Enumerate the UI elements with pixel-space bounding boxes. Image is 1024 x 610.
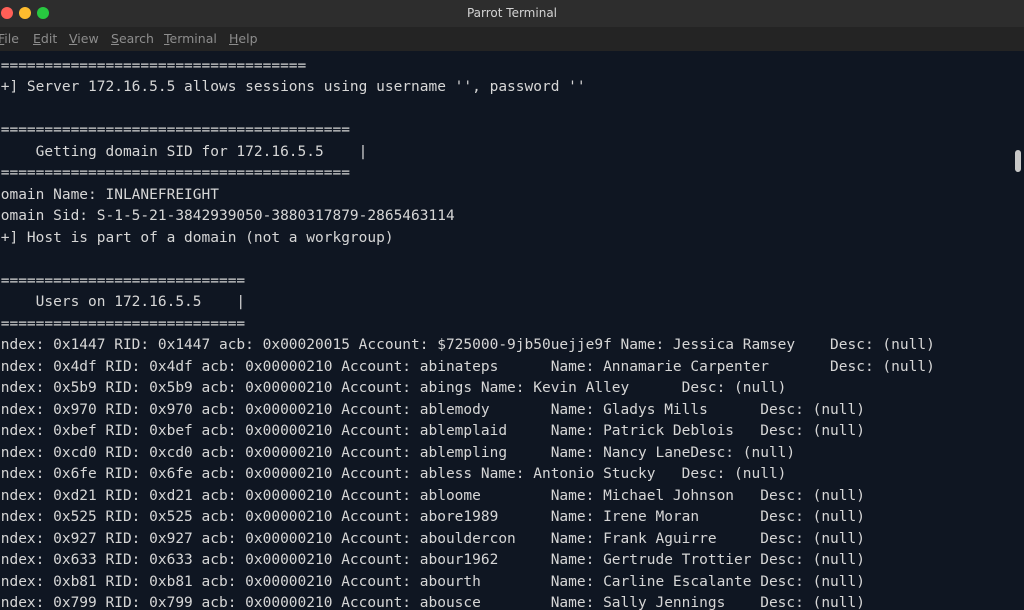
terminal-line: [+] Host is part of a domain (not a work…	[0, 230, 394, 246]
window-title: Parrot Terminal	[466, 6, 558, 20]
menu-edit[interactable]: Edit	[33, 27, 57, 51]
terminal-line: ========================================	[0, 122, 350, 138]
terminal-line: index: 0x633 RID: 0x633 acb: 0x00000210 …	[0, 552, 865, 568]
menu-search[interactable]: Search	[111, 27, 154, 51]
terminal-line: index: 0x970 RID: 0x970 acb: 0x00000210 …	[0, 402, 865, 418]
terminal-line: | Users on 172.16.5.5 |	[0, 294, 246, 310]
terminal-line: Domain Name: INLANEFREIGHT	[0, 187, 219, 203]
terminal-window: Parrot Terminal File Edit View Search Te…	[0, 0, 1024, 610]
terminal-line: [+] Server 172.16.5.5 allows sessions us…	[0, 79, 586, 95]
menu-bar: File Edit View Search Terminal Help	[0, 27, 1024, 51]
menu-file[interactable]: File	[0, 27, 19, 51]
terminal-line: index: 0xcd0 RID: 0xcd0 acb: 0x00000210 …	[0, 445, 796, 461]
title-bar[interactable]: Parrot Terminal	[0, 0, 1024, 27]
terminal-line: index: 0x525 RID: 0x525 acb: 0x00000210 …	[0, 509, 865, 525]
vertical-scrollbar[interactable]	[1011, 51, 1024, 610]
terminal-line: index: 0x6fe RID: 0x6fe acb: 0x00000210 …	[0, 466, 787, 482]
terminal-line: index: 0xd21 RID: 0xd21 acb: 0x00000210 …	[0, 488, 865, 504]
menu-help[interactable]: Help	[229, 27, 258, 51]
terminal-line: index: 0xb81 RID: 0xb81 acb: 0x00000210 …	[0, 574, 865, 590]
terminal-line: index: 0x5b9 RID: 0x5b9 acb: 0x00000210 …	[0, 380, 787, 396]
menu-terminal[interactable]: Terminal	[164, 27, 217, 51]
terminal-line: ===================================	[0, 58, 307, 74]
terminal-line: index: 0x799 RID: 0x799 acb: 0x00000210 …	[0, 595, 865, 610]
terminal-line: Domain Sid: S-1-5-21-3842939050-38803178…	[0, 208, 455, 224]
terminal-line: ============================	[0, 273, 246, 289]
terminal-line: index: 0xbef RID: 0xbef acb: 0x00000210 …	[0, 423, 865, 439]
terminal-line: index: 0x4df RID: 0x4df acb: 0x00000210 …	[0, 359, 935, 375]
terminal-output[interactable]: =================================== [+] …	[0, 51, 1011, 610]
terminal-line: index: 0x1447 RID: 0x1447 acb: 0x0002001…	[0, 337, 935, 353]
terminal-line: ========================================	[0, 165, 350, 181]
terminal-line: index: 0x927 RID: 0x927 acb: 0x00000210 …	[0, 531, 865, 547]
terminal-line: ============================	[0, 316, 246, 332]
terminal-line: | Getting domain SID for 172.16.5.5 |	[0, 144, 368, 160]
scrollbar-thumb[interactable]	[1015, 150, 1021, 172]
menu-view[interactable]: View	[69, 27, 99, 51]
